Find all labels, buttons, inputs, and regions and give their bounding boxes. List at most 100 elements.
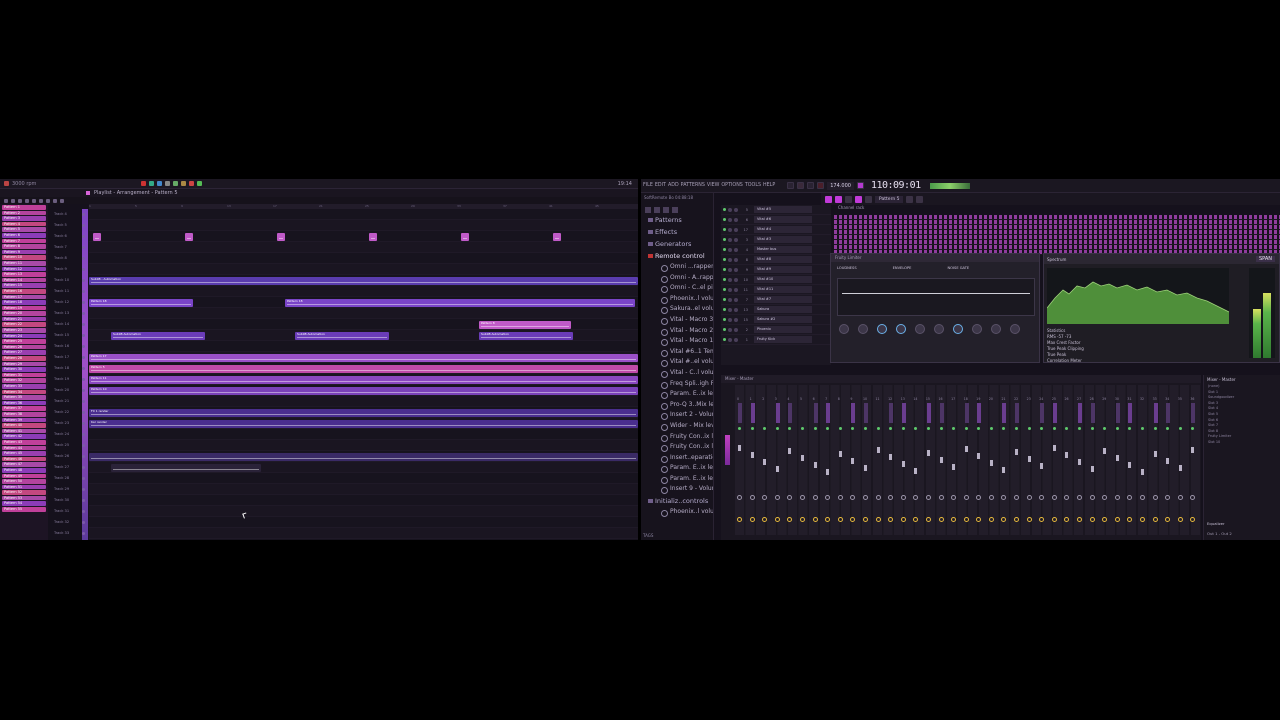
browser-item[interactable]: Insert 2 - Volume — [641, 410, 713, 421]
mixer-fader[interactable] — [750, 452, 754, 458]
track-header[interactable]: Track 26 — [52, 451, 88, 462]
pattern-clip[interactable]: FX 1 render — [89, 408, 638, 417]
mixer-track-label[interactable] — [775, 403, 780, 423]
pattern-clip[interactable] — [553, 232, 561, 241]
pattern-clip[interactable]: Sub98 Automation — [479, 331, 573, 340]
track-lane[interactable] — [89, 473, 638, 484]
stereo-separation-knob[interactable] — [762, 495, 768, 500]
channel-led[interactable] — [723, 278, 726, 281]
channel-led[interactable] — [723, 258, 726, 261]
mixer-track-label[interactable] — [1002, 403, 1007, 423]
mixer-enable-led[interactable] — [1141, 427, 1145, 430]
track-header[interactable]: Track 32 — [52, 517, 88, 528]
track-header[interactable]: Track 16 — [52, 341, 88, 352]
mixer-fader[interactable] — [838, 451, 842, 457]
browser-item[interactable]: Vital - Macro 2 — [641, 326, 713, 337]
mixer-track-label[interactable] — [977, 403, 982, 423]
mixer-fader[interactable] — [826, 469, 830, 475]
browser-item[interactable]: Wider - Mix level — [641, 421, 713, 432]
stereo-separation-knob[interactable] — [875, 495, 881, 500]
mixer-track-number[interactable]: 6 — [740, 218, 748, 222]
pan-knob[interactable] — [728, 337, 732, 342]
pattern-picker-item[interactable]: Pattern 24 — [2, 333, 46, 339]
track-lane[interactable] — [89, 286, 638, 297]
send-knob[interactable] — [1026, 517, 1032, 522]
mixer-enable-led[interactable] — [876, 427, 880, 430]
track-mute-indicator[interactable] — [82, 455, 85, 458]
track-lane[interactable] — [89, 209, 638, 220]
channel-led[interactable] — [723, 298, 726, 301]
pattern-picker-item[interactable]: Pattern 42 — [2, 434, 46, 439]
delete-icon[interactable] — [25, 198, 29, 203]
attack-knob[interactable] — [896, 324, 906, 334]
browser-item[interactable]: Fruity Con..ix level — [641, 442, 713, 453]
mixer-title[interactable]: Mixer - Master — [721, 375, 1201, 383]
track-header[interactable]: Track 12 — [52, 297, 88, 308]
channel-row[interactable]: 11 Vital #11 — [721, 285, 831, 295]
pattern-clip[interactable]: Sub98 - Automation — [89, 276, 638, 285]
pattern-selector[interactable]: Pattern 5 — [875, 195, 904, 203]
track-mute-indicator[interactable] — [82, 257, 85, 260]
span-title[interactable]: Spectrum — [1047, 257, 1066, 262]
mixer-fader[interactable] — [914, 468, 918, 474]
sustain-knob[interactable] — [934, 324, 944, 334]
browser-item[interactable]: Phoenix..l volume — [641, 294, 713, 305]
channel-row[interactable]: 3 Vital #3 — [721, 235, 831, 245]
pan-knob[interactable] — [728, 237, 732, 242]
channel-row[interactable]: 17 Vital #4 — [721, 225, 831, 235]
tags-label[interactable]: TAGS — [643, 533, 653, 538]
record-icon[interactable] — [141, 181, 147, 186]
mixer-track-number[interactable]: 8 — [740, 258, 748, 262]
snap-icon[interactable] — [4, 198, 8, 203]
menu-file[interactable]: FILE — [643, 183, 653, 188]
pattern-picker-item[interactable]: Pattern 20 — [2, 311, 46, 316]
channel-led[interactable] — [723, 318, 726, 321]
pan-knob[interactable] — [728, 297, 732, 302]
pattern-picker-item[interactable]: Pattern 7 — [2, 238, 46, 244]
track-lane[interactable] — [89, 220, 638, 231]
track-mute-indicator[interactable] — [82, 422, 85, 425]
piano-roll-icon[interactable] — [855, 195, 862, 203]
channel-name-button[interactable]: Vital #5 — [754, 206, 812, 213]
pan-knob[interactable] — [728, 317, 732, 322]
mixer-track-number[interactable]: 2 — [740, 328, 748, 332]
send-knob[interactable] — [938, 517, 944, 522]
send-knob[interactable] — [900, 517, 906, 522]
mixer-fader[interactable] — [800, 455, 804, 461]
mixer-fader[interactable] — [1191, 447, 1195, 453]
mixer-fader[interactable] — [939, 457, 943, 463]
pattern-picker-item[interactable]: Pattern 37 — [2, 406, 46, 411]
stereo-separation-knob[interactable] — [1001, 495, 1007, 500]
pattern-icon[interactable] — [835, 195, 842, 203]
channel-name-button[interactable]: Vital #3 — [754, 236, 812, 243]
mixer-track-label[interactable] — [1090, 403, 1095, 423]
mixer-track-label[interactable] — [1153, 403, 1158, 423]
browser-folder-remote-control[interactable]: Remote control — [641, 250, 713, 262]
mixer-enable-led[interactable] — [1015, 427, 1019, 430]
track-mute-indicator[interactable] — [82, 488, 85, 491]
send-knob[interactable] — [1014, 517, 1020, 522]
track-header[interactable]: Track 6 — [52, 231, 88, 242]
pan-knob[interactable] — [728, 247, 732, 252]
pattern-clip[interactable]: Pattern 8 — [479, 320, 571, 329]
menu-tools[interactable]: TOOLS — [745, 183, 761, 188]
channel-led[interactable] — [723, 238, 726, 241]
stereo-separation-knob[interactable] — [1152, 495, 1158, 500]
mixer-enable-led[interactable] — [1040, 427, 1044, 430]
browser-item[interactable]: Omni - A..rapper) — [641, 273, 713, 284]
mixer-fader[interactable] — [901, 461, 905, 467]
pattern-picker-item[interactable]: Pattern 13 — [2, 272, 46, 277]
pattern-picker-item[interactable]: Pattern 2 — [2, 210, 46, 216]
mixer-enable-led[interactable] — [738, 427, 741, 430]
mixer-enable-led[interactable] — [838, 427, 842, 430]
channel-row[interactable]: 10 Vital #10 — [721, 275, 831, 285]
pattern-picker-item[interactable]: Pattern 28 — [2, 356, 46, 361]
stereo-separation-knob[interactable] — [913, 495, 919, 500]
metronome-button[interactable] — [856, 182, 864, 189]
mixer-fader[interactable] — [863, 465, 867, 471]
send-knob[interactable] — [1064, 517, 1070, 522]
mixer-fader[interactable] — [1178, 465, 1182, 471]
send-knob[interactable] — [787, 517, 793, 522]
pattern-picker-item[interactable]: Pattern 10 — [2, 255, 46, 260]
app2-icon[interactable] — [173, 181, 179, 186]
